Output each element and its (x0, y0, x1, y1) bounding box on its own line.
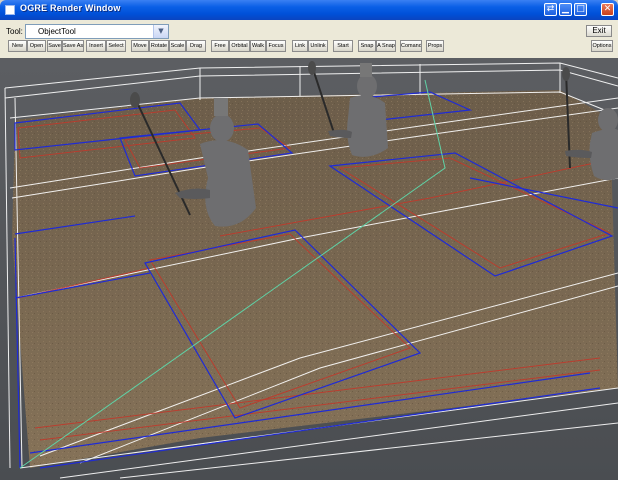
new-button[interactable]: New (8, 40, 27, 52)
open-button[interactable]: Open (27, 40, 46, 52)
rotate-button[interactable]: Rotate (149, 40, 169, 52)
render-viewport[interactable] (0, 58, 618, 480)
exit-button[interactable]: Exit (586, 25, 612, 37)
drag-button[interactable]: Drag (186, 40, 206, 52)
free-button[interactable]: Free (211, 40, 229, 52)
insert-button[interactable]: Insert (86, 40, 106, 52)
move-button[interactable]: Move (131, 40, 149, 52)
scene (0, 58, 618, 480)
options-button[interactable]: Options (591, 40, 613, 52)
tool-select-value: ObjectTool (38, 27, 76, 36)
minimize-icon[interactable]: ▁ (559, 3, 572, 16)
chevron-down-icon[interactable]: ▼ (153, 25, 168, 38)
tool-label: Tool: (6, 27, 23, 36)
walk-button[interactable]: Walk (250, 40, 266, 52)
title-bar[interactable]: OGRE Render Window ⇄ ▁ □ ✕ (0, 0, 618, 20)
restore-icon[interactable]: ⇄ (544, 3, 557, 16)
scale-button[interactable]: Scale (169, 40, 186, 52)
save-button[interactable]: Save (47, 40, 62, 52)
a-snap-button[interactable]: A Snap (376, 40, 396, 52)
link-button[interactable]: Link (292, 40, 308, 52)
app-icon (5, 5, 15, 15)
toolbar: Tool: ObjectTool ▼ Exit New Open Save Sa… (0, 20, 618, 58)
maximize-icon[interactable]: □ (574, 3, 587, 16)
select-button[interactable]: Select (106, 40, 126, 52)
comand-button[interactable]: Comand (400, 40, 422, 52)
unlink-button[interactable]: Unlink (308, 40, 328, 52)
start-button[interactable]: Start (333, 40, 353, 52)
tool-select[interactable]: ObjectTool ▼ (25, 24, 169, 39)
close-icon[interactable]: ✕ (601, 3, 614, 16)
save-as-button[interactable]: Save As (62, 40, 84, 52)
snap-button[interactable]: Snap (358, 40, 376, 52)
focus-button[interactable]: Focus (266, 40, 286, 52)
ogre-render-window: OGRE Render Window ⇄ ▁ □ ✕ Tool: ObjectT… (0, 0, 618, 480)
orbital-button[interactable]: Orbital (229, 40, 250, 52)
window-title: OGRE Render Window (20, 3, 121, 13)
props-button[interactable]: Props (426, 40, 444, 52)
